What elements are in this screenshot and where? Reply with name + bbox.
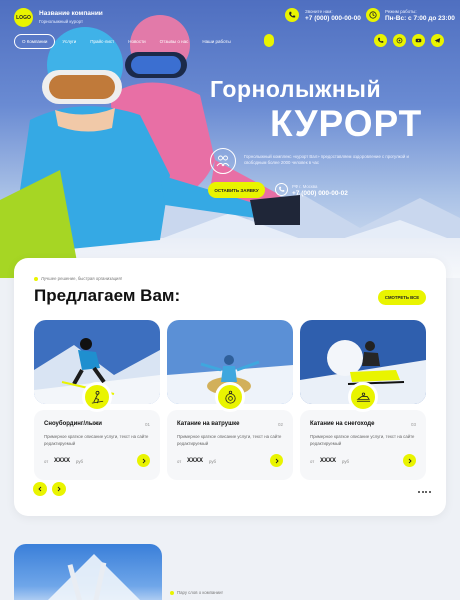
see-all-button[interactable]: СМОТРЕТЬ ВСЕ — [378, 290, 426, 305]
nav-item-about[interactable]: О Компании — [14, 34, 56, 49]
service-number: 02 — [277, 422, 283, 427]
phone-icon[interactable] — [285, 8, 299, 22]
snowmobile-icon — [348, 382, 378, 412]
people-icon — [210, 148, 236, 174]
telegram-icon[interactable] — [431, 34, 444, 47]
nav-more-button[interactable] — [264, 34, 274, 47]
hero-city: РФ г. Москва — [292, 184, 318, 189]
hours-label: Режим работы: — [385, 9, 417, 14]
phone-icon[interactable] — [374, 34, 387, 47]
service-description: Примерное краткое описание услуги, текст… — [177, 434, 282, 446]
offer-section: Лучшее решение, быстрая организация! Пре… — [14, 258, 446, 516]
service-name: Катание на снегоходе — [310, 421, 375, 427]
hero-title-line2: КУРОРТ — [270, 103, 423, 144]
about-photo — [14, 544, 162, 600]
service-number: 01 — [144, 422, 150, 427]
service-description: Примерное краткое описание услуги, текст… — [44, 434, 149, 446]
skier-icon — [82, 382, 112, 412]
youtube-icon[interactable] — [412, 34, 425, 47]
price-currency: руб — [209, 459, 216, 464]
company-subtitle: Горнолыжный курорт — [39, 19, 84, 24]
chevron-right-icon[interactable] — [137, 454, 150, 467]
carousel-next-button[interactable] — [52, 482, 66, 496]
hero-title-line1: Горнолыжный — [210, 76, 382, 102]
request-button[interactable]: ОСТАВИТЬ ЗАЯВКУ — [208, 182, 265, 198]
carousel-prev-button[interactable] — [33, 482, 47, 496]
clock-icon — [366, 8, 380, 22]
carousel-dots[interactable] — [418, 491, 431, 493]
dot-icon — [34, 276, 38, 281]
hero-banner: LOGO Название компании Горнолыжный курор… — [0, 0, 460, 278]
service-description: Примерное краткое описание услуги, текст… — [310, 434, 415, 446]
service-number: 03 — [410, 422, 416, 427]
offer-title: Предлагаем Вам: — [34, 286, 181, 305]
service-price: XXXX — [54, 458, 71, 464]
header-phone[interactable]: +7 (000) 000-00-00 — [305, 15, 361, 22]
price-from: от — [310, 459, 315, 464]
nav-item-works[interactable]: Наши работы — [195, 35, 237, 48]
phone-icon — [275, 183, 288, 196]
price-currency: руб — [76, 459, 83, 464]
offer-eyebrow-text: Лучшее решение, быстрая организация! — [41, 276, 122, 281]
chevron-right-icon[interactable] — [270, 454, 283, 467]
service-card[interactable]: Сноубординг/лыжи 01 Примерное краткое оп… — [34, 320, 160, 480]
dot-icon — [170, 590, 174, 595]
chevron-left-icon — [38, 486, 42, 492]
working-hours: Пн-Вс: с 7:00 до 23:00 — [385, 15, 455, 22]
price-from: от — [44, 459, 49, 464]
company-name: Название компании — [39, 10, 103, 17]
service-price: XXXX — [187, 458, 204, 464]
nav-item-reviews[interactable]: Отзывы о нас — [153, 35, 196, 48]
offer-eyebrow: Лучшее решение, быстрая организация! — [34, 276, 122, 281]
call-label: Звоните нам: — [305, 9, 333, 14]
service-card[interactable]: Катание на снегоходе 03 Примерное кратко… — [300, 320, 426, 480]
nav-item-news[interactable]: Новости — [121, 35, 152, 48]
chevron-right-icon — [57, 486, 61, 492]
nav-item-services[interactable]: Услуги — [55, 35, 83, 48]
hero-description: Горнолыжный комплекс «курорт Вал» предос… — [244, 154, 409, 165]
price-currency: руб — [342, 459, 349, 464]
main-nav: О Компании Услуги Прайс-лист Новости Отз… — [14, 34, 238, 49]
hero-phone[interactable]: +7 (000) 000-00-02 — [292, 190, 348, 197]
service-name: Сноубординг/лыжи — [44, 421, 102, 427]
tubing-icon — [215, 382, 245, 412]
about-eyebrow: Пару слов о компании! — [170, 590, 223, 595]
about-eyebrow-text: Пару слов о компании! — [177, 590, 223, 595]
chevron-right-icon[interactable] — [403, 454, 416, 467]
logo[interactable]: LOGO — [14, 8, 33, 27]
service-card[interactable]: Катание на ватрушке 02 Примерное краткое… — [167, 320, 293, 480]
nav-item-prices[interactable]: Прайс-лист — [83, 35, 121, 48]
whatsapp-icon[interactable] — [393, 34, 406, 47]
price-from: от — [177, 459, 182, 464]
service-name: Катание на ватрушке — [177, 421, 240, 427]
service-price: XXXX — [320, 458, 337, 464]
